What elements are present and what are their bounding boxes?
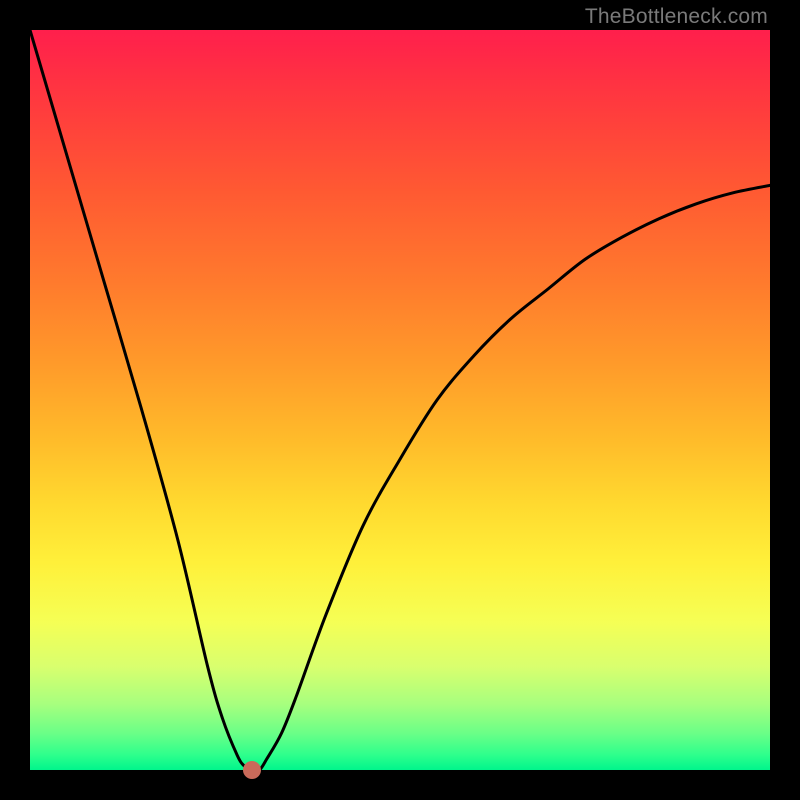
watermark-text: TheBottleneck.com: [585, 5, 768, 29]
plot-area: [30, 30, 770, 770]
chart-frame: TheBottleneck.com: [0, 0, 800, 800]
optimum-marker: [243, 761, 261, 779]
bottleneck-curve: [30, 30, 770, 770]
